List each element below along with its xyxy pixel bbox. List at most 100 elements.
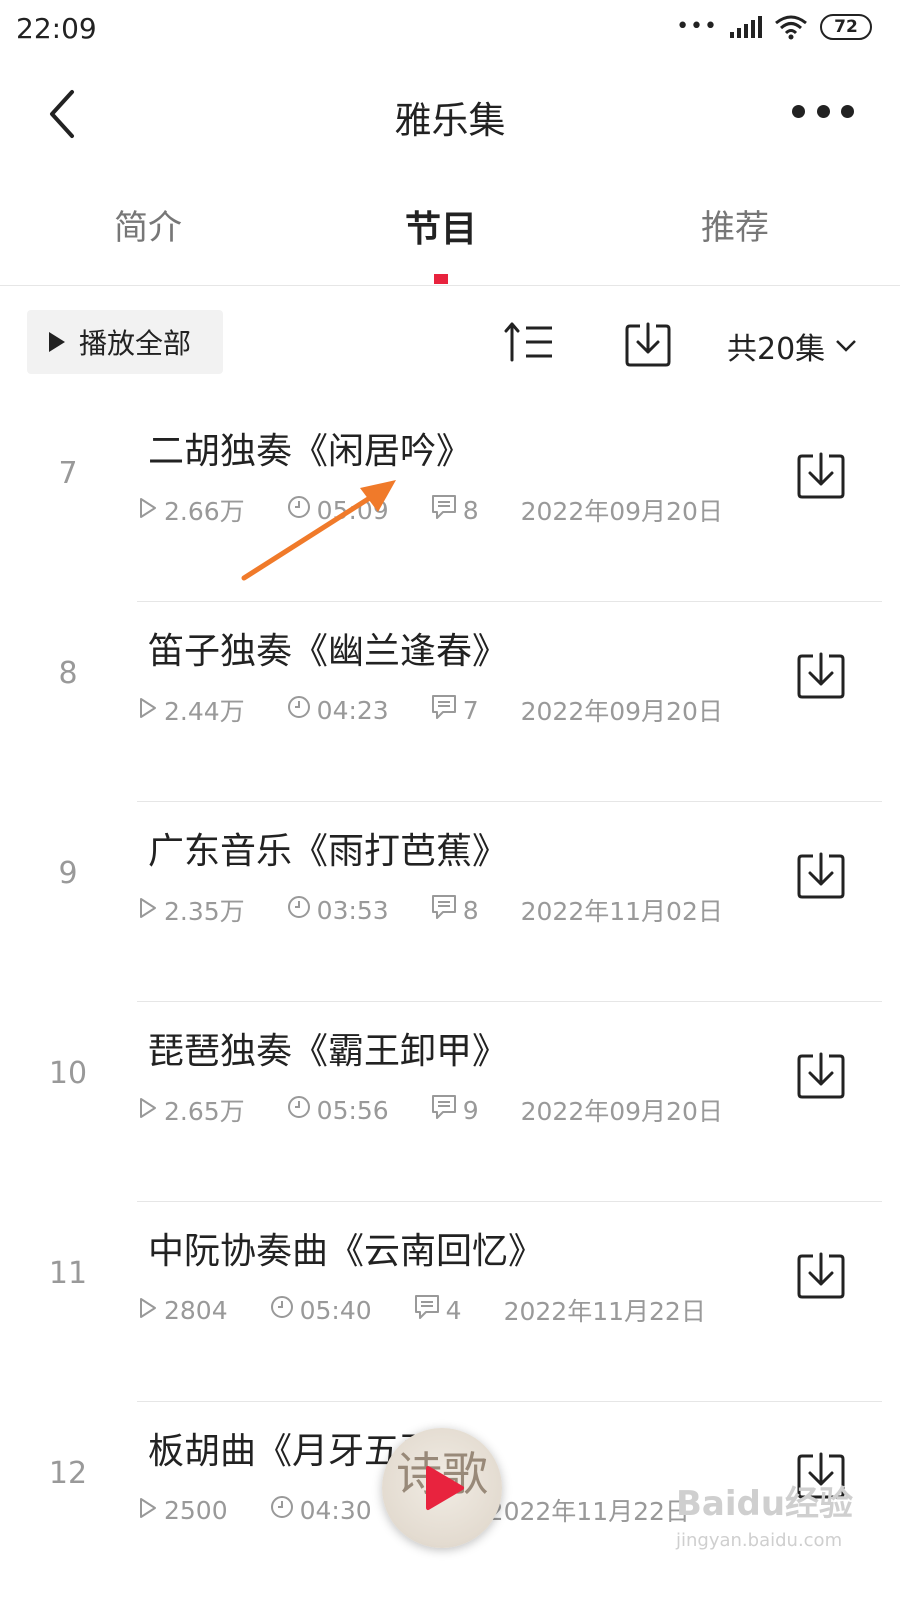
episode-title[interactable]: 笛子独奏《幽兰逢春》 <box>148 622 508 674</box>
episode-title[interactable]: 二胡独奏《闲居吟》 <box>148 422 472 474</box>
notification-dots-icon: ••• <box>676 14 718 39</box>
episode-row[interactable]: 8 笛子独奏《幽兰逢春》 2.44万 04:23 7 2022年09月20日 <box>0 602 900 802</box>
episode-title[interactable]: 广东音乐《雨打芭蕉》 <box>148 822 508 874</box>
play-count-value: 2804 <box>164 1295 228 1325</box>
duration: 05:40 <box>270 1295 372 1325</box>
clock-icon <box>287 695 311 725</box>
sort-order-icon[interactable] <box>504 320 556 364</box>
duration-value: 04:30 <box>299 1495 372 1525</box>
publish-date: 2022年09月20日 <box>520 697 723 726</box>
play-count-icon <box>138 496 158 525</box>
duration: 04:30 <box>270 1495 372 1525</box>
play-count: 2.66万 <box>138 492 245 528</box>
episode-row[interactable]: 10 琵琶独奏《霸王卸甲》 2.65万 05:56 9 2022年09月20日 <box>0 1002 900 1202</box>
more-options-icon[interactable] <box>792 98 854 124</box>
episode-number: 7 <box>58 456 78 491</box>
status-bar: 22:09 ••• 72 <box>0 0 900 62</box>
annotation-arrow <box>241 480 396 581</box>
episode-row[interactable]: 11 中阮协奏曲《云南回忆》 2804 05:40 4 2022年11月22日 <box>0 1202 900 1402</box>
play-count-icon <box>138 1496 158 1525</box>
episode-number: 11 <box>48 1256 88 1291</box>
active-tab-indicator <box>434 274 448 284</box>
list-toolbar: 播放全部 共20集 <box>0 306 900 376</box>
clock-icon <box>287 895 311 925</box>
publish-date: 2022年09月20日 <box>520 497 723 526</box>
clock-icon <box>270 1295 294 1325</box>
clock-icon <box>270 1495 294 1525</box>
publish-date: 2022年11月22日 <box>503 1297 706 1326</box>
top-app-bar: 雅乐集 <box>0 62 900 166</box>
episode-row[interactable]: 7二胡独奏《闲居吟》2.66万05:0982022年09月20日 <box>0 402 900 602</box>
watermark-url: jingyan.baidu.com <box>676 1530 843 1551</box>
comment-count: 8 <box>431 894 479 926</box>
episode-meta: 2.44万 04:23 7 2022年09月20日 <box>138 692 723 728</box>
watermark: Baidu经验 <box>676 1484 854 1524</box>
cellular-signal-icon <box>730 16 762 38</box>
download-icon[interactable] <box>796 1250 846 1300</box>
play-icon <box>49 332 65 352</box>
comment-count-value: 4 <box>445 1295 462 1325</box>
play-count-icon <box>138 1296 158 1325</box>
play-count: 2.44万 <box>138 692 245 728</box>
episode-count-dropdown[interactable]: 共20集 <box>727 324 857 368</box>
play-all-button[interactable]: 播放全部 <box>27 310 223 374</box>
comment-icon <box>431 494 457 526</box>
duration-value: 03:53 <box>316 895 389 925</box>
duration-value: 05:40 <box>299 1295 372 1325</box>
episode-list: 7二胡独奏《闲居吟》2.66万05:0982022年09月20日8笛子独奏《幽兰… <box>0 402 900 1600</box>
comment-icon <box>431 894 457 926</box>
tab-bar: 简介 节目 推荐 <box>0 186 900 286</box>
page-title: 雅乐集 <box>394 99 506 142</box>
download-icon[interactable] <box>796 1050 846 1100</box>
comment-count-value: 9 <box>462 1095 479 1125</box>
download-icon[interactable] <box>796 650 846 700</box>
chevron-down-icon <box>836 340 857 352</box>
comment-count-value: 8 <box>462 495 479 525</box>
play-count: 2804 <box>138 1296 228 1325</box>
publish-date: 2022年09月20日 <box>520 1097 723 1126</box>
clock-icon <box>287 1095 311 1125</box>
episode-meta: 2.66万05:0982022年09月20日 <box>138 492 723 528</box>
comment-icon <box>431 694 457 726</box>
battery-indicator: 72 <box>820 14 872 40</box>
play-count-value: 2500 <box>164 1495 228 1525</box>
tab-recommend[interactable]: 推荐 <box>635 200 835 249</box>
download-icon[interactable] <box>796 850 846 900</box>
publish-date: 2022年11月02日 <box>520 897 723 926</box>
episode-meta: 2.35万 03:53 8 2022年11月02日 <box>138 892 723 928</box>
episode-number: 9 <box>58 856 78 891</box>
comment-count-value: 8 <box>462 895 479 925</box>
tab-intro[interactable]: 简介 <box>48 200 248 249</box>
comment-count: 4 <box>414 1294 462 1326</box>
play-count-icon <box>138 696 158 725</box>
play-count-icon <box>138 1096 158 1125</box>
tab-programs[interactable]: 节目 <box>341 200 541 252</box>
play-count: 2.35万 <box>138 892 245 928</box>
batch-download-icon[interactable] <box>624 320 672 368</box>
episode-number: 8 <box>58 656 78 691</box>
duration: 04:23 <box>287 695 389 725</box>
wifi-icon <box>775 15 807 40</box>
comment-icon <box>414 1294 440 1326</box>
comment-icon <box>431 1094 457 1126</box>
episode-title[interactable]: 中阮协奏曲《云南回忆》 <box>148 1222 544 1274</box>
play-count-value: 2.66万 <box>164 497 245 526</box>
download-icon[interactable] <box>796 450 846 500</box>
comment-count: 7 <box>431 694 479 726</box>
status-icons: ••• 72 <box>676 14 872 40</box>
duration-value: 05:56 <box>316 1095 389 1125</box>
episode-title[interactable]: 琵琶独奏《霸王卸甲》 <box>148 1022 508 1074</box>
episode-number: 12 <box>48 1456 88 1491</box>
episode-row[interactable]: 9 广东音乐《雨打芭蕉》 2.35万 03:53 8 2022年11月02日 <box>0 802 900 1002</box>
comment-count: 9 <box>431 1094 479 1126</box>
play-count-icon <box>138 896 158 925</box>
status-time: 22:09 <box>16 12 97 45</box>
mini-player-play-icon <box>426 1466 464 1510</box>
duration: 05:56 <box>287 1095 389 1125</box>
comment-count-value: 7 <box>462 695 479 725</box>
mini-player[interactable]: 诗歌 <box>382 1428 502 1548</box>
play-count-value: 2.44万 <box>164 697 245 726</box>
play-count-value: 2.35万 <box>164 897 245 926</box>
play-count: 2500 <box>138 1496 228 1525</box>
play-all-label: 播放全部 <box>79 327 192 360</box>
